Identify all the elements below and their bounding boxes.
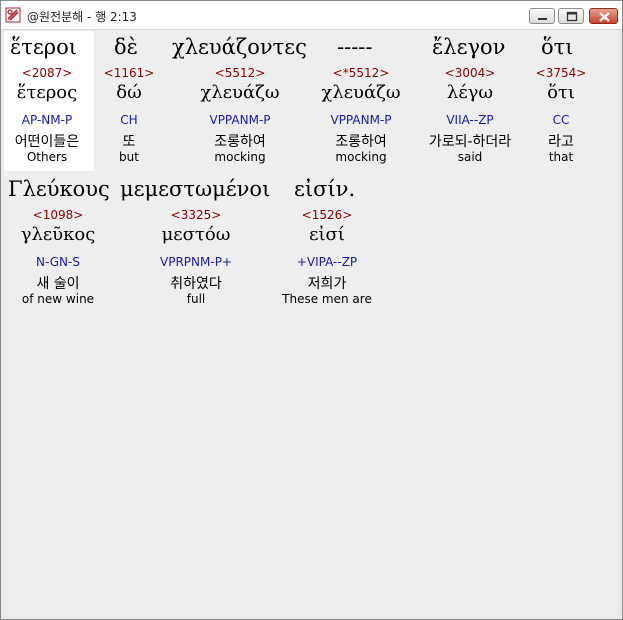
- korean-gloss: 저희가: [307, 276, 347, 292]
- greek-word[interactable]: ἕτεροι: [10, 35, 77, 59]
- strong-number[interactable]: <1161>: [104, 66, 155, 80]
- parsing-code: VIIA--ZP: [446, 113, 494, 127]
- strong-number[interactable]: <3004>: [445, 66, 496, 80]
- english-gloss: mocking: [214, 150, 266, 164]
- korean-gloss: 라고: [548, 134, 574, 150]
- lemma: δώ: [116, 82, 142, 103]
- strong-number[interactable]: <1526>: [302, 208, 353, 222]
- lemma: ἕτερος: [16, 82, 78, 103]
- greek-word[interactable]: Γλεύκους: [8, 177, 110, 201]
- minimize-button[interactable]: [529, 8, 555, 24]
- title-bar[interactable]: @원전분해 - 행 2:13: [1, 1, 622, 30]
- strong-number[interactable]: <1098>: [33, 208, 84, 222]
- korean-gloss: 취하였다: [170, 276, 222, 292]
- close-button[interactable]: [589, 8, 618, 24]
- english-gloss: said: [457, 150, 483, 164]
- english-gloss: These men are: [282, 292, 372, 306]
- minimize-icon: [538, 18, 547, 20]
- strong-number[interactable]: <3754>: [536, 66, 587, 80]
- greek-word[interactable]: δὲ: [114, 35, 138, 59]
- parsing-code: VPPANM-P: [330, 113, 392, 127]
- greek-word[interactable]: -----: [337, 35, 372, 59]
- maximize-button[interactable]: [558, 8, 584, 24]
- app-icon: [5, 7, 21, 23]
- lemma: χλευάζω: [321, 82, 401, 103]
- greek-word[interactable]: εἰσίν.: [294, 177, 355, 201]
- lemma: γλεῦκος: [20, 224, 96, 245]
- lemma: εἰσί: [309, 224, 345, 245]
- lemma: ὅτι: [547, 82, 575, 103]
- parsing-code: CC: [552, 113, 570, 127]
- korean-gloss: 가로되-하더라: [428, 134, 512, 150]
- korean-gloss: 조롱하여: [214, 134, 266, 150]
- strong-number[interactable]: <2087>: [22, 66, 73, 80]
- maximize-icon: [566, 11, 578, 22]
- korean-gloss: 조롱하여: [335, 134, 387, 150]
- english-gloss: that: [548, 150, 574, 164]
- parsing-code: N-GN-S: [36, 255, 80, 269]
- parsing-code: AP-NM-P: [21, 113, 73, 127]
- greek-word[interactable]: χλευάζοντες: [172, 35, 307, 59]
- strong-number[interactable]: <5512>: [215, 66, 266, 80]
- lemma: μεστόω: [161, 224, 231, 245]
- strong-number[interactable]: <3325>: [171, 208, 222, 222]
- strong-number[interactable]: <*5512>: [333, 66, 390, 80]
- parsing-code: +VIPA--ZP: [296, 255, 358, 269]
- english-gloss: Others: [26, 150, 68, 164]
- korean-gloss: 새 술이: [36, 276, 80, 292]
- english-gloss: mocking: [335, 150, 387, 164]
- lemma: χλευάζω: [200, 82, 280, 103]
- greek-word[interactable]: ὅτι: [541, 35, 574, 59]
- window-title: @원전분해 - 행 2:13: [27, 10, 137, 24]
- lemma: λέγω: [446, 82, 494, 103]
- korean-gloss: 어떤이들은: [14, 134, 80, 150]
- english-gloss: of new wine: [21, 292, 95, 306]
- english-gloss: but: [119, 150, 139, 164]
- analysis-panel: ἕτεροι δὲ χλευάζοντες ----- ἔλεγον ὅτι <…: [4, 31, 618, 615]
- parsing-code: VPPANM-P: [209, 113, 271, 127]
- close-icon: [599, 12, 610, 22]
- parsing-code: VPRPNM-P+: [160, 255, 232, 269]
- korean-gloss: 또: [122, 134, 136, 150]
- parsing-code: CH: [120, 113, 138, 127]
- greek-word[interactable]: ἔλεγον: [432, 35, 505, 59]
- app-window: @원전분해 - 행 2:13 ἕτεροι δὲ χλευάζοντες ---…: [0, 0, 623, 620]
- english-gloss: full: [186, 292, 206, 306]
- greek-word[interactable]: μεμεστωμένοι: [120, 177, 270, 201]
